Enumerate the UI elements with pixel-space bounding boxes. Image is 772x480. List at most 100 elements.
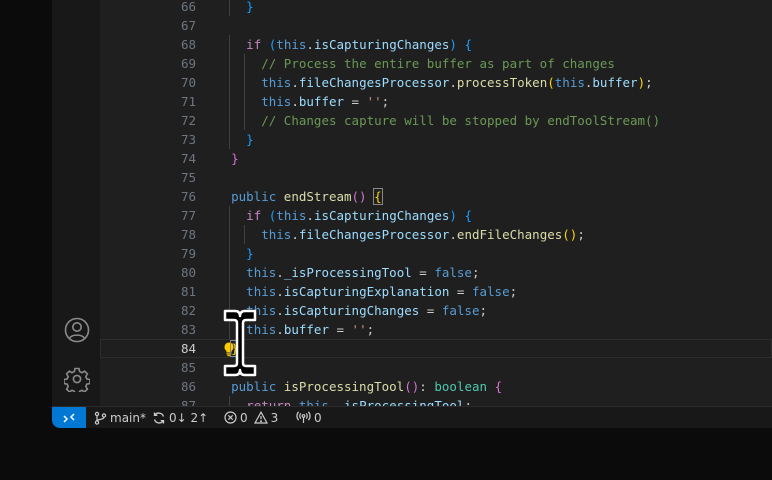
indent-guide bbox=[229, 73, 231, 92]
code-line[interactable]: 84} bbox=[100, 339, 772, 358]
code-line[interactable]: 67 bbox=[100, 16, 772, 35]
code-token: } bbox=[246, 246, 254, 261]
code-token: ( bbox=[547, 75, 555, 90]
gear-icon[interactable] bbox=[63, 366, 91, 396]
code-line[interactable]: 72 // Changes capture will be stopped by … bbox=[100, 111, 772, 130]
line-number: 81 bbox=[180, 284, 196, 299]
code-line[interactable]: 80 this._isProcessingTool = false; bbox=[100, 263, 772, 282]
code-line[interactable]: 71 this.buffer = ''; bbox=[100, 92, 772, 111]
code-token: ) bbox=[637, 75, 646, 90]
ports-status[interactable]: 0 bbox=[296, 407, 322, 428]
code-token: false bbox=[441, 303, 480, 318]
code-line[interactable]: 70 this.fileChangesProcessor.processToken… bbox=[100, 73, 772, 92]
code-token: boolean bbox=[434, 379, 488, 394]
line-number: 71 bbox=[180, 94, 196, 109]
indent-guide bbox=[244, 225, 246, 244]
code-line[interactable]: 86 public isProcessingTool(): boolean { bbox=[100, 377, 772, 396]
indent-guide bbox=[229, 320, 231, 339]
code-token: . bbox=[449, 227, 457, 242]
indent-guide bbox=[229, 206, 231, 225]
code-token: } bbox=[231, 151, 239, 166]
indent-guide bbox=[244, 73, 246, 92]
code-token: () bbox=[562, 227, 578, 242]
branch-status[interactable]: main* bbox=[94, 407, 146, 428]
line-number: 80 bbox=[180, 265, 196, 280]
code-token: this bbox=[261, 94, 292, 109]
code-token: false bbox=[434, 265, 472, 280]
code-token: . bbox=[306, 37, 314, 52]
line-number: 72 bbox=[180, 113, 196, 128]
code-token: // Process the entire buffer as part of … bbox=[261, 56, 615, 71]
activity-bar bbox=[52, 0, 100, 406]
line-number: 86 bbox=[180, 379, 196, 394]
line-number: 87 bbox=[180, 398, 196, 406]
code-line[interactable]: 73} bbox=[100, 130, 772, 149]
code-line[interactable]: 82 this.isCapturingChanges = false; bbox=[100, 301, 772, 320]
indent-guide bbox=[229, 225, 231, 244]
code-token: = bbox=[411, 265, 435, 280]
line-number: 77 bbox=[180, 208, 196, 223]
code-token: ) bbox=[449, 37, 457, 52]
line-number: 66 bbox=[180, 0, 196, 14]
remote-icon[interactable] bbox=[52, 407, 86, 428]
code-token: return bbox=[246, 398, 292, 406]
code-text: this._isProcessingTool = false; bbox=[246, 263, 479, 282]
code-token: . bbox=[276, 284, 284, 299]
indent-guide bbox=[229, 130, 231, 149]
code-line[interactable]: 75 bbox=[100, 168, 772, 187]
code-line[interactable]: 66} bbox=[100, 0, 772, 16]
indent-guide bbox=[244, 92, 246, 111]
line-number: 70 bbox=[180, 75, 196, 90]
warning-count: 3 bbox=[270, 410, 279, 425]
code-token: () bbox=[351, 189, 367, 204]
problems-status[interactable]: 0 3 bbox=[224, 407, 278, 428]
indent-guide bbox=[229, 396, 231, 406]
code-token: isCapturingChanges bbox=[313, 37, 450, 52]
code-token: this bbox=[246, 303, 277, 318]
code-line[interactable]: 77 if (this.isCapturingChanges) { bbox=[100, 206, 772, 225]
code-line[interactable]: 79} bbox=[100, 244, 772, 263]
code-token: '' bbox=[351, 322, 367, 337]
code-token: fileChangesProcessor bbox=[298, 75, 450, 90]
indent-guide bbox=[229, 0, 231, 16]
indent-guide bbox=[229, 282, 231, 301]
code-token: } bbox=[246, 132, 254, 147]
code-line[interactable]: 83 this.buffer = ''; bbox=[100, 320, 772, 339]
code-line[interactable]: 85 bbox=[100, 358, 772, 377]
code-text: public isProcessingTool(): boolean { bbox=[231, 377, 502, 396]
code-token: public bbox=[231, 189, 277, 204]
code-token: fileChangesProcessor bbox=[298, 227, 450, 242]
code-token: '' bbox=[366, 94, 382, 109]
code-line[interactable]: 74} bbox=[100, 149, 772, 168]
line-number: 84 bbox=[180, 341, 196, 356]
indent-guide bbox=[244, 111, 246, 130]
line-number: 69 bbox=[180, 56, 196, 71]
code-token: . bbox=[306, 208, 314, 223]
code-text: return this._isProcessingTool; bbox=[246, 396, 472, 406]
error-count: 0 bbox=[240, 410, 248, 425]
line-number: 83 bbox=[180, 322, 196, 337]
code-token: . bbox=[291, 227, 299, 242]
code-line[interactable]: 68 if (this.isCapturingChanges) { bbox=[100, 35, 772, 54]
code-text: public endStream() { bbox=[231, 187, 383, 206]
account-icon[interactable] bbox=[64, 317, 90, 343]
code-line[interactable]: 87 return this._isProcessingTool; bbox=[100, 396, 772, 406]
code-editor[interactable]: 66} 67 68 if (this.isCapturingChanges) {69/… bbox=[100, 0, 772, 406]
code-text: this.isCapturingExplanation = false; bbox=[246, 282, 517, 301]
code-line[interactable]: 69 // Process the entire buffer as part o… bbox=[100, 54, 772, 73]
code-token: { bbox=[464, 37, 472, 52]
code-token: _isProcessingTool bbox=[283, 265, 412, 280]
code-text: this.fileChangesProcessor.processToken(t… bbox=[261, 73, 652, 92]
code-line[interactable]: 78 this.fileChangesProcessor.endFileChang… bbox=[100, 225, 772, 244]
code-token: ; bbox=[366, 322, 375, 337]
code-line[interactable]: 76 public endStream() { bbox=[100, 187, 772, 206]
line-number: 79 bbox=[180, 246, 196, 261]
code-line[interactable]: 81 this.isCapturingExplanation = false; bbox=[100, 282, 772, 301]
sync-status[interactable]: 0↓ 2↑ bbox=[152, 407, 208, 428]
error-icon bbox=[224, 411, 237, 424]
